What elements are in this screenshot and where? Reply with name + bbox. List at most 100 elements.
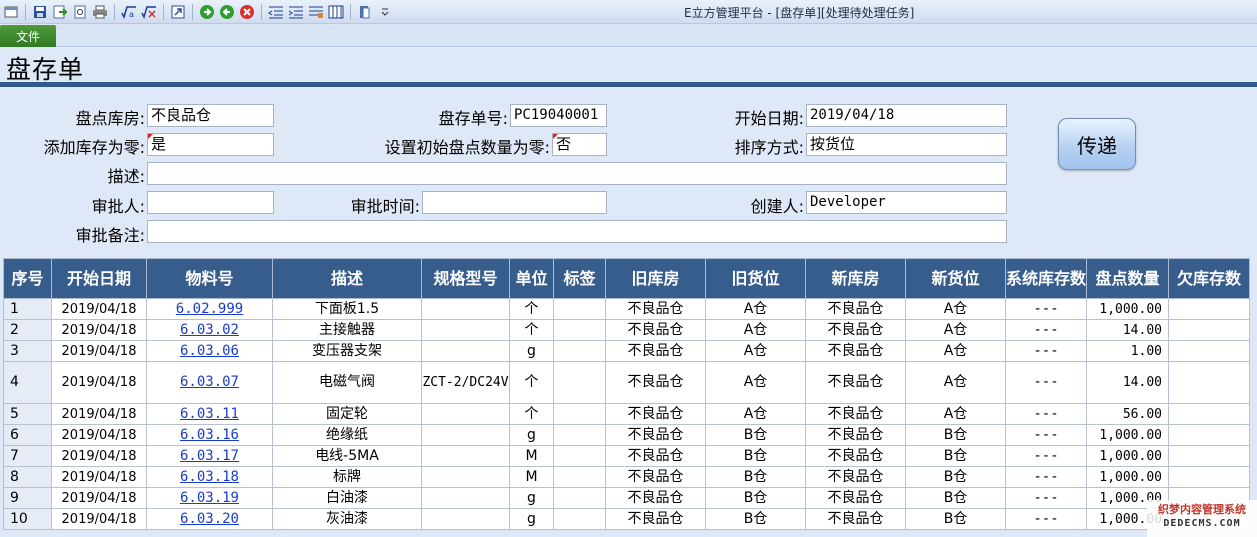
row-unit[interactable]: M	[509, 466, 554, 488]
row-old-warehouse[interactable]: 不良品仓	[605, 298, 706, 320]
row-date[interactable]: 2019/04/18	[51, 340, 147, 362]
row-tag[interactable]	[553, 403, 606, 425]
outdent-icon[interactable]	[267, 3, 285, 21]
forward-icon[interactable]	[198, 3, 216, 21]
row-count-qty[interactable]: 14.00	[1086, 361, 1169, 404]
column-header[interactable]: 旧货位	[705, 258, 806, 299]
formula-clear-icon[interactable]	[140, 3, 158, 21]
row-seq[interactable]: 10	[3, 508, 52, 530]
init-zero-field[interactable]: 否	[552, 133, 607, 156]
row-old-location[interactable]: A仓	[705, 340, 806, 362]
row-count-qty[interactable]: 1,000.00	[1086, 298, 1169, 320]
print-icon[interactable]	[91, 3, 109, 21]
row-system-stock[interactable]: ---	[1005, 487, 1087, 509]
row-count-qty[interactable]: 14.00	[1086, 319, 1169, 341]
row-spec[interactable]	[421, 319, 510, 341]
row-owed-qty[interactable]	[1168, 445, 1250, 467]
row-count-qty[interactable]: 1,000.00	[1086, 424, 1169, 446]
row-tag[interactable]	[553, 487, 606, 509]
row-new-warehouse[interactable]: 不良品仓	[805, 319, 906, 341]
row-spec[interactable]	[421, 508, 510, 530]
row-spec[interactable]	[421, 445, 510, 467]
approver-field[interactable]	[147, 191, 274, 214]
export-icon[interactable]	[169, 3, 187, 21]
desc-field[interactable]	[147, 162, 1007, 185]
sort-field[interactable]: 按货位	[806, 133, 1007, 156]
save-as-icon[interactable]	[51, 3, 69, 21]
list-icon[interactable]	[307, 3, 325, 21]
row-tag[interactable]	[553, 466, 606, 488]
row-description[interactable]: 白油漆	[272, 487, 422, 509]
row-new-location[interactable]: B仓	[905, 466, 1006, 488]
row-old-warehouse[interactable]: 不良品仓	[605, 487, 706, 509]
row-description[interactable]: 主接触器	[272, 319, 422, 341]
row-owed-qty[interactable]	[1168, 340, 1250, 362]
row-spec[interactable]	[421, 298, 510, 320]
row-seq[interactable]: 1	[3, 298, 52, 320]
row-old-location[interactable]: B仓	[705, 487, 806, 509]
row-tag[interactable]	[553, 319, 606, 341]
table-row[interactable]: 5 2019/04/18 6.03.11 固定轮个不良品仓 A仓 不良品仓 A仓 --- 56.…	[3, 403, 1250, 425]
row-old-warehouse[interactable]: 不良品仓	[605, 403, 706, 425]
approve-time-field[interactable]	[422, 191, 607, 214]
row-old-warehouse[interactable]: 不良品仓	[605, 361, 706, 404]
row-new-location[interactable]: B仓	[905, 445, 1006, 467]
row-system-stock[interactable]: ---	[1005, 298, 1087, 320]
table-row[interactable]: 7 2019/04/18 6.03.17 电线-5MA M 不良品仓 B仓 不良品仓 B仓 ---…	[3, 445, 1250, 467]
row-description[interactable]: 变压器支架	[272, 340, 422, 362]
row-unit[interactable]: g	[509, 508, 554, 530]
material-link[interactable]: 6.03.19	[180, 490, 239, 506]
row-owed-qty[interactable]	[1168, 403, 1250, 425]
row-date[interactable]: 2019/04/18	[51, 424, 147, 446]
row-seq[interactable]: 4	[3, 361, 52, 404]
row-unit[interactable]: M	[509, 445, 554, 467]
row-spec[interactable]: ZCT-2/DC24V	[421, 361, 510, 404]
column-header[interactable]: 序号	[3, 258, 52, 299]
row-new-location[interactable]: B仓	[905, 487, 1006, 509]
row-seq[interactable]: 2	[3, 319, 52, 341]
row-new-warehouse[interactable]: 不良品仓	[805, 403, 906, 425]
row-new-location[interactable]: B仓	[905, 424, 1006, 446]
row-seq[interactable]: 6	[3, 424, 52, 446]
row-seq[interactable]: 9	[3, 487, 52, 509]
row-tag[interactable]	[553, 508, 606, 530]
column-header[interactable]: 新库房	[805, 258, 906, 299]
table-row[interactable]: 8 2019/04/18 6.03.18 标牌 M 不良品仓 B仓 不良品仓 B仓 --- 1,00…	[3, 466, 1250, 488]
row-tag[interactable]	[553, 298, 606, 320]
row-date[interactable]: 2019/04/18	[51, 298, 147, 320]
row-new-location[interactable]: A仓	[905, 340, 1006, 362]
row-old-location[interactable]: B仓	[705, 424, 806, 446]
column-header[interactable]: 物料号	[146, 258, 273, 299]
table-row[interactable]: 3 2019/04/18 6.03.06 变压器支架 g 不良品仓 A仓 不良品仓 A仓 --- 1…	[3, 340, 1250, 362]
table-row[interactable]: 9 2019/04/18 6.03.19 白油漆 g 不良品仓 B仓 不良品仓 B仓 --- 1,0…	[3, 487, 1250, 509]
row-system-stock[interactable]: ---	[1005, 445, 1087, 467]
row-unit[interactable]: 个	[509, 319, 554, 341]
row-spec[interactable]	[421, 403, 510, 425]
row-old-location[interactable]: A仓	[705, 319, 806, 341]
row-spec[interactable]	[421, 487, 510, 509]
row-old-warehouse[interactable]: 不良品仓	[605, 340, 706, 362]
column-header[interactable]: 描述	[272, 258, 422, 299]
row-old-location[interactable]: B仓	[705, 466, 806, 488]
table-row[interactable]: 4 2019/04/18 6.03.07 电磁气阀 ZCT-2/DC24V 个不良品仓 A仓…	[3, 361, 1250, 404]
row-new-warehouse[interactable]: 不良品仓	[805, 340, 906, 362]
start-date-field[interactable]: 2019/04/18	[806, 104, 1007, 127]
row-old-location[interactable]: B仓	[705, 508, 806, 530]
formula-icon[interactable]: a	[120, 3, 138, 21]
column-header[interactable]: 规格型号	[421, 258, 510, 299]
row-owed-qty[interactable]	[1168, 466, 1250, 488]
row-system-stock[interactable]: ---	[1005, 508, 1087, 530]
row-description[interactable]: 下面板1.5	[272, 298, 422, 320]
row-unit[interactable]: g	[509, 487, 554, 509]
row-unit[interactable]: g	[509, 424, 554, 446]
row-date[interactable]: 2019/04/18	[51, 466, 147, 488]
warehouse-field[interactable]: 不良品仓	[147, 104, 274, 127]
row-system-stock[interactable]: ---	[1005, 424, 1087, 446]
row-new-location[interactable]: A仓	[905, 298, 1006, 320]
preview-icon[interactable]	[71, 3, 89, 21]
column-header[interactable]: 开始日期	[51, 258, 147, 299]
row-old-warehouse[interactable]: 不良品仓	[605, 319, 706, 341]
window-menu-icon[interactable]	[2, 3, 20, 21]
column-header[interactable]: 单位	[509, 258, 554, 299]
column-header[interactable]: 盘点数量	[1086, 258, 1169, 299]
